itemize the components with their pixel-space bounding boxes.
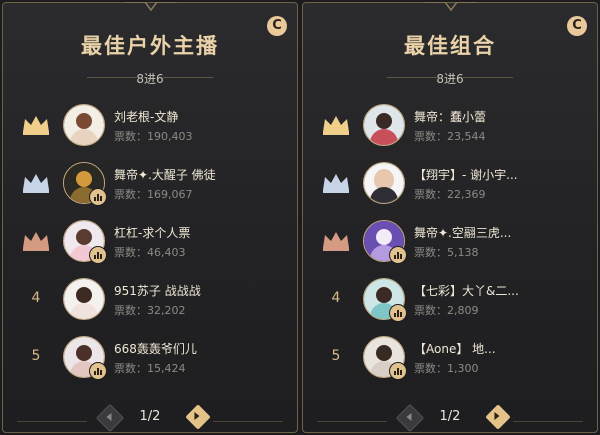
- vote-count: 票数：2,809: [414, 304, 479, 317]
- ranking-entry[interactable]: 5 【Aone】 地... 票数：1,300: [303, 333, 597, 383]
- divider-line: [513, 421, 583, 422]
- ranking-entry[interactable]: 【翔宇】- 谢小宇... 票数：22,369: [303, 159, 597, 209]
- vote-count: 票数：190,403: [114, 130, 193, 143]
- silver-crown-icon: [21, 171, 51, 193]
- round-label: 8进6: [136, 72, 164, 86]
- vote-count: 票数：1,300: [414, 362, 479, 375]
- group-name[interactable]: 【七彩】大丫&二...: [414, 282, 519, 299]
- streamer-name[interactable]: 668轰轰爷们儿: [114, 340, 197, 357]
- round-label: 8进6: [436, 72, 464, 86]
- live-bars-icon: [389, 246, 407, 264]
- rank-number: 5: [331, 348, 341, 364]
- streamer-name[interactable]: 杠杠-求个人票: [114, 224, 190, 241]
- live-bars-icon: [389, 362, 407, 380]
- streamer-name[interactable]: 951苏子 战战战: [114, 282, 201, 299]
- vote-count: 票数：46,403: [114, 246, 186, 259]
- avatar[interactable]: [63, 220, 107, 264]
- silver-crown-icon: [321, 171, 351, 193]
- group-name[interactable]: 【翔宇】- 谢小宇...: [414, 166, 518, 183]
- panel-title: 最佳组合: [404, 34, 496, 58]
- ranking-entry[interactable]: 舞帝✦.空翮三虎... 票数：5,138: [303, 217, 597, 267]
- vote-count: 票数：5,138: [414, 246, 479, 259]
- live-bars-icon: [89, 362, 107, 380]
- panel-notch-ornament: [125, 2, 177, 12]
- divider-line: [163, 77, 213, 78]
- gold-crown-icon: [21, 113, 51, 135]
- bronze-crown-icon: [21, 229, 51, 251]
- ranking-entry[interactable]: 舞帝✦.大醒子 佛徒 票数：169,067: [3, 159, 297, 209]
- gold-crown-icon: [321, 113, 351, 135]
- ranking-entry[interactable]: 杠杠-求个人票 票数：46,403: [3, 217, 297, 267]
- avatar[interactable]: [63, 162, 107, 206]
- vote-count: 票数：15,424: [114, 362, 186, 375]
- round-label-row: 8进6: [303, 70, 597, 86]
- avatar[interactable]: [363, 336, 407, 380]
- divider-line: [463, 77, 513, 78]
- ranking-entry[interactable]: 4 951苏子 战战战 票数：32,202: [3, 275, 297, 325]
- rank-number: 4: [331, 290, 341, 306]
- ranking-entry[interactable]: 刘老根-文静 票数：190,403: [3, 101, 297, 151]
- group-name[interactable]: 舞帝：蠢小蕾: [414, 108, 486, 125]
- vote-count: 票数：169,067: [114, 188, 193, 201]
- live-bars-icon: [89, 188, 107, 206]
- avatar[interactable]: [363, 220, 407, 264]
- avatar[interactable]: [363, 104, 405, 146]
- rank-number: 5: [31, 348, 41, 364]
- panel-best-group: C 最佳组合 8进6 舞帝：蠢小蕾 票数：23,544 【翔宇】- 谢小宇...…: [302, 2, 598, 433]
- panel-best-outdoor-streamer: C 最佳户外主播 8进6 刘老根-文静 票数：190,403 舞帝✦.大醒子 佛…: [2, 2, 298, 433]
- pagination: 1/2: [303, 402, 597, 433]
- vote-count: 票数：32,202: [114, 304, 186, 317]
- live-bars-icon: [89, 246, 107, 264]
- group-name[interactable]: 舞帝✦.空翮三虎...: [414, 224, 511, 241]
- ranking-entry[interactable]: 舞帝：蠢小蕾 票数：23,544: [303, 101, 597, 151]
- avatar[interactable]: [63, 278, 105, 320]
- avatar[interactable]: [63, 104, 105, 146]
- avatar[interactable]: [363, 162, 405, 204]
- ranking-entry[interactable]: 4 【七彩】大丫&二... 票数：2,809: [303, 275, 597, 325]
- panel-notch-ornament: [425, 2, 477, 12]
- live-bars-icon: [389, 304, 407, 322]
- avatar[interactable]: [363, 278, 407, 322]
- avatar[interactable]: [63, 336, 107, 380]
- streamer-name[interactable]: 舞帝✦.大醒子 佛徒: [114, 166, 216, 183]
- bronze-crown-icon: [321, 229, 351, 251]
- streamer-name[interactable]: 刘老根-文静: [114, 108, 178, 125]
- vote-count: 票数：22,369: [414, 188, 486, 201]
- divider-line: [213, 421, 283, 422]
- round-label-row: 8进6: [3, 70, 297, 86]
- panel-title: 最佳户外主播: [81, 34, 219, 58]
- ranking-entry[interactable]: 5 668轰轰爷们儿 票数：15,424: [3, 333, 297, 383]
- vote-count: 票数：23,544: [414, 130, 486, 143]
- pagination: 1/2: [3, 402, 297, 433]
- group-name[interactable]: 【Aone】 地...: [414, 340, 496, 357]
- rank-number: 4: [31, 290, 41, 306]
